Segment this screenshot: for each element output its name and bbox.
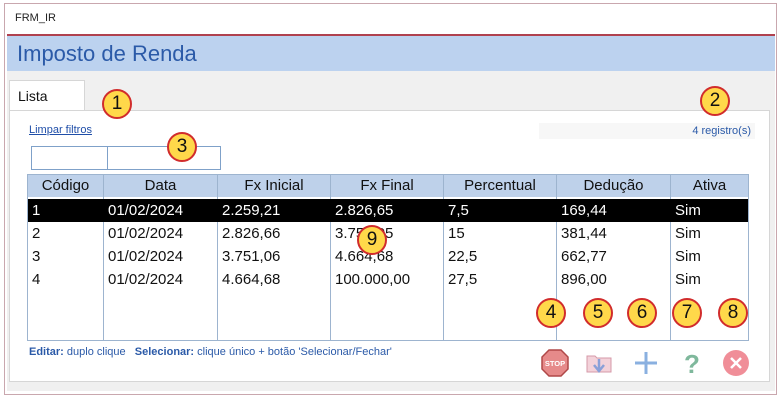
page-title: Imposto de Renda bbox=[17, 41, 197, 66]
usage-hint: Editar: duplo clique Selecionar: clique … bbox=[29, 346, 392, 358]
callout-marker: 1 bbox=[102, 89, 132, 119]
cell-data: 01/02/2024 bbox=[108, 202, 184, 219]
add-icon bbox=[635, 352, 657, 374]
tab-lista[interactable]: Lista bbox=[9, 80, 85, 111]
cell-ativa: Sim bbox=[675, 271, 701, 288]
close-icon bbox=[723, 350, 749, 376]
cell-percentual: 22,5 bbox=[448, 248, 478, 265]
filter-codigo-input[interactable] bbox=[31, 146, 108, 170]
col-header-deducao[interactable]: Dedução bbox=[557, 175, 671, 197]
cell-data: 01/02/2024 bbox=[108, 225, 184, 242]
cell-ativa: Sim bbox=[675, 225, 701, 242]
tab-control: Lista Limpar filtros 4 registro(s) Códig… bbox=[7, 71, 775, 391]
select-close-button[interactable] bbox=[584, 348, 614, 378]
cell-fx-inicial: 2.259,21 bbox=[222, 202, 281, 219]
cell-ativa: Sim bbox=[675, 202, 701, 219]
col-header-ativa[interactable]: Ativa bbox=[671, 175, 748, 197]
help-button[interactable]: ? bbox=[677, 348, 707, 379]
cell-fx-final: 4.664,68 bbox=[335, 248, 394, 265]
cell-codigo: 1 bbox=[32, 202, 41, 219]
cell-ativa: Sim bbox=[675, 248, 701, 265]
cell-deducao: 662,77 bbox=[561, 248, 607, 265]
cell-deducao: 896,00 bbox=[561, 271, 607, 288]
cell-deducao: 169,44 bbox=[561, 202, 607, 219]
callout-marker: 3 bbox=[167, 132, 197, 162]
cell-fx-inicial: 4.664,68 bbox=[222, 271, 281, 288]
select-label: Selecionar: bbox=[134, 346, 195, 358]
stop-icon: STOP bbox=[541, 349, 569, 377]
svg-text:?: ? bbox=[684, 349, 700, 378]
table-row[interactable]: 3 01/02/2024 3.751,06 4.664,68 22,5 662,… bbox=[28, 245, 748, 268]
form-window: FRM_IR Imposto de Renda Lista Limpar fil… bbox=[4, 3, 777, 395]
cell-codigo: 3 bbox=[32, 248, 41, 265]
col-header-fx-final[interactable]: Fx Final bbox=[331, 175, 444, 197]
cell-percentual: 7,5 bbox=[448, 202, 469, 219]
callout-marker: 4 bbox=[536, 298, 566, 328]
cell-codigo: 2 bbox=[32, 225, 41, 242]
edit-text: duplo clique bbox=[66, 346, 126, 358]
callout-marker: 6 bbox=[627, 298, 657, 328]
callout-marker: 5 bbox=[583, 298, 613, 328]
select-text: clique único + botão 'Selecionar/Fechar' bbox=[197, 346, 392, 358]
cell-fx-inicial: 3.751,06 bbox=[222, 248, 281, 265]
tab-label: Lista bbox=[18, 88, 48, 104]
close-button[interactable] bbox=[721, 348, 751, 378]
stop-button[interactable]: STOP bbox=[540, 348, 570, 378]
record-count: 4 registro(s) bbox=[539, 123, 755, 139]
window-title: FRM_IR bbox=[15, 12, 56, 24]
select-close-icon bbox=[586, 355, 612, 373]
add-button[interactable] bbox=[631, 348, 661, 378]
title-bar: FRM_IR bbox=[5, 4, 776, 32]
callout-marker: 7 bbox=[672, 298, 702, 328]
col-header-percentual[interactable]: Percentual bbox=[444, 175, 557, 197]
stop-label: STOP bbox=[545, 359, 565, 368]
cell-fx-inicial: 2.826,66 bbox=[222, 225, 281, 242]
cell-fx-final: 2.826,65 bbox=[335, 202, 394, 219]
cell-data: 01/02/2024 bbox=[108, 248, 184, 265]
cell-deducao: 381,44 bbox=[561, 225, 607, 242]
callout-marker: 9 bbox=[357, 225, 387, 255]
callout-marker: 8 bbox=[718, 298, 748, 328]
clear-filters-link[interactable]: Limpar filtros bbox=[29, 124, 92, 136]
col-header-data[interactable]: Data bbox=[104, 175, 218, 197]
help-icon: ? bbox=[684, 349, 700, 379]
filter-data-input[interactable] bbox=[107, 146, 221, 170]
cell-percentual: 15 bbox=[448, 225, 465, 242]
col-header-fx-inicial[interactable]: Fx Inicial bbox=[218, 175, 331, 197]
cell-fx-final: 3.751,05 bbox=[331, 222, 444, 245]
table-row[interactable]: 1 01/02/2024 2.259,21 2.826,65 7,5 169,4… bbox=[28, 199, 748, 222]
table-row[interactable]: 2 01/02/2024 2.826,66 3.751,05 15 381,44… bbox=[28, 222, 748, 245]
cell-codigo: 4 bbox=[32, 271, 41, 288]
col-header-codigo[interactable]: Código bbox=[28, 175, 104, 197]
cell-data: 01/02/2024 bbox=[108, 271, 184, 288]
edit-label: Editar: bbox=[29, 346, 64, 358]
table-row[interactable]: 4 01/02/2024 4.664,68 100.000,00 27,5 89… bbox=[28, 268, 748, 291]
cell-fx-final: 100.000,00 bbox=[335, 271, 411, 288]
form-header: Imposto de Renda bbox=[7, 34, 775, 71]
callout-marker: 2 bbox=[700, 86, 730, 116]
cell-percentual: 27,5 bbox=[448, 271, 478, 288]
